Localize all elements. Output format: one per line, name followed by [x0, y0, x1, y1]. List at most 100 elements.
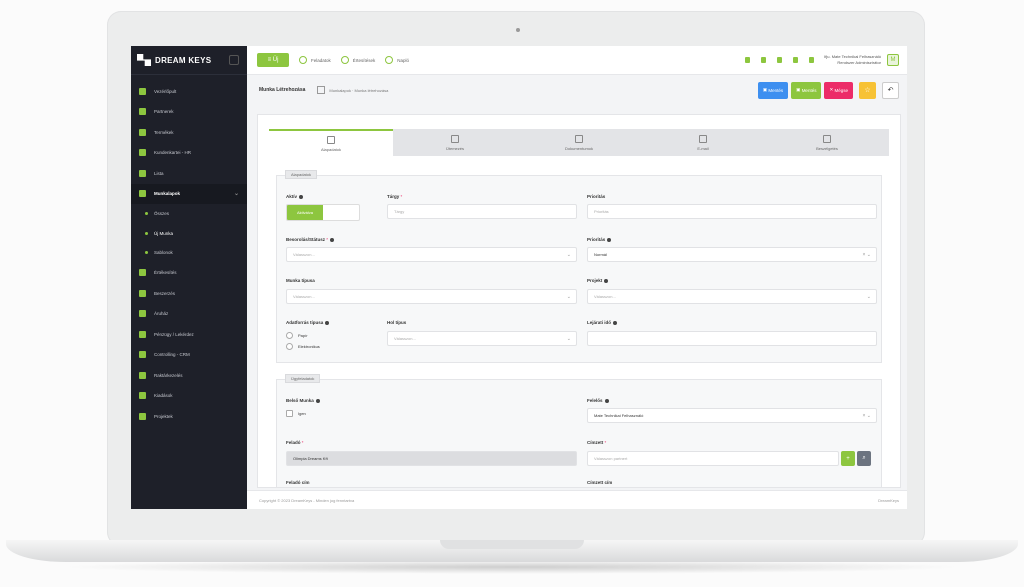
sidebar-item[interactable]: Áruház [131, 304, 247, 325]
sender-address-label-text: Feladó cím [286, 480, 310, 485]
radio-paper[interactable]: Papír [286, 332, 308, 339]
save-close-label: Mentés [801, 87, 817, 93]
recipient-label-text: Címzett [587, 440, 604, 445]
form-card: Alapadatok Ütemezés Dokumentumok E-mail … [257, 114, 901, 488]
mail-icon[interactable] [793, 57, 799, 63]
tab-documents[interactable]: Dokumentumok [517, 129, 641, 156]
quick-link-notifications[interactable]: Értesítések [340, 56, 376, 64]
partners-icon [139, 108, 146, 116]
avatar[interactable]: M [887, 54, 899, 66]
home-icon[interactable] [317, 86, 326, 94]
breadcrumb: Munkalapok · Munka létrehozása [317, 86, 388, 94]
radio-electronic[interactable]: Elektronikus [286, 343, 320, 350]
search-recipient-button[interactable]: ⌕ [857, 451, 871, 466]
finance-icon [139, 330, 146, 338]
sidebar-item[interactable]: Partnerek [131, 102, 247, 123]
star-icon[interactable]: ☆ [859, 81, 876, 99]
sidebar-item-label: Lista [154, 170, 164, 176]
sidebar-item[interactable]: Beszerzés [131, 283, 247, 304]
priority-select[interactable]: Normál × ⌄ [587, 247, 877, 262]
tab-email[interactable]: E-mail [641, 129, 765, 156]
quick-link-tasks[interactable]: Feladatok [299, 56, 331, 64]
chevron-down-icon: ⌄ [566, 293, 571, 300]
info-icon [607, 237, 612, 242]
chevron-down-icon: ⌄ [566, 251, 571, 258]
checkbox-box[interactable] [286, 410, 293, 417]
bell-icon[interactable] [745, 57, 751, 63]
chevron-down-icon: ⌄ [566, 335, 571, 342]
radio-circle[interactable] [286, 343, 293, 350]
priority2-label-text: Prioritás [587, 237, 606, 242]
location-type-select[interactable]: Válasszon... ⌄ [387, 331, 577, 346]
sidebar-item[interactable]: Munkalapok ⌄ [131, 183, 247, 204]
camera [516, 28, 520, 32]
sidebar-item[interactable]: Termékek [131, 122, 247, 143]
cancel-button[interactable]: ✕ Mégse [824, 81, 853, 99]
active-toggle-off[interactable] [323, 205, 359, 220]
source-type-label: Adatforrás típusa [286, 320, 330, 325]
active-toggle-on[interactable]: Aktiválva [287, 205, 323, 220]
sidebar-item-label: Munkalapok [154, 191, 181, 197]
sender-label-text: Feladó [286, 440, 301, 445]
work-type-select[interactable]: Válasszon... ⌄ [286, 289, 577, 304]
tab-schedule[interactable]: Ütemezés [393, 129, 517, 156]
back-arrow-icon[interactable]: ↶ [882, 81, 899, 99]
deadline-label: Lejárati idő [587, 320, 618, 325]
footer-brand[interactable]: DreamKeys [878, 498, 899, 503]
priority-label: Prioritás [587, 194, 605, 199]
breadcrumb-text[interactable]: Munkalapok · Munka létrehozása [329, 88, 388, 93]
sidebar-item[interactable]: Új Munka [131, 224, 247, 244]
sidebar-item[interactable]: Értékesítés [131, 263, 247, 284]
subject-label-text: Tárgy [387, 194, 400, 199]
radio-paper-label: Papír [298, 333, 308, 338]
chat-icon [823, 134, 831, 143]
settings-icon[interactable] [777, 57, 783, 63]
subject-input[interactable]: Tárgy [387, 204, 577, 219]
sidebar-item[interactable]: Kiadások [131, 386, 247, 407]
brand-logo[interactable]: DREAM KEYS [131, 46, 247, 75]
sender-input[interactable]: Olimpia Dreams Kft [286, 451, 577, 466]
quick-link-label: Értesítések [352, 57, 376, 63]
sidebar-item[interactable]: Controlling - CRM [131, 345, 247, 366]
quick-link-log[interactable]: Napló [385, 56, 409, 64]
expenses-icon [139, 392, 146, 400]
deadline-input[interactable] [587, 331, 877, 346]
sidebar-item[interactable]: Lista [131, 163, 247, 184]
sidebar-item[interactable]: Összes [131, 204, 247, 224]
tab-conversation[interactable]: Beszélgetés [765, 129, 889, 156]
responsible-select[interactable]: Mate Technikai Felhasználó × ⌄ [587, 408, 877, 423]
new-menu-button[interactable]: ≡ Új [257, 53, 289, 67]
lock-icon[interactable] [809, 57, 815, 63]
sidebar-item[interactable]: Projektek [131, 406, 247, 427]
priority2-label: Prioritás [587, 237, 612, 242]
save-close-button[interactable]: ▣ Mentés [791, 81, 822, 99]
panel-title: Ügyfeladatok [285, 374, 321, 383]
project-select[interactable]: Válasszon... ⌄ [587, 289, 877, 304]
quick-link-label: Napló [397, 57, 410, 63]
recipient-input[interactable]: Válasszon partnert [587, 451, 839, 466]
sidebar-item[interactable]: Pénzügy / Lekérdez [131, 324, 247, 345]
sidebar-item[interactable]: Vezérlőpult [131, 81, 247, 102]
chevron-down-icon: ⌄ [866, 293, 871, 300]
internal-work-checkbox[interactable]: Igen [286, 410, 306, 417]
tab-basic-data[interactable]: Alapadatok [269, 129, 393, 156]
sidebar-item[interactable]: Kundenkartei - HR [131, 143, 247, 164]
people-icon[interactable] [761, 57, 767, 63]
sidebar-item[interactable]: Sablonok [131, 243, 247, 263]
sidebar: DREAM KEYS Vezérlőpult Partnerek Termékek K… [131, 46, 247, 509]
project-label-text: Projekt [587, 278, 603, 283]
store-icon [139, 310, 146, 318]
add-recipient-button[interactable]: + [841, 451, 855, 466]
user-info[interactable]: Ifju. Mate Technikai Felhasználó Rendsze… [824, 54, 881, 66]
priority-input[interactable]: Prioritás [587, 204, 877, 219]
location-type-label: Hol típus [387, 320, 406, 325]
sales-icon [139, 269, 146, 277]
radio-circle[interactable] [286, 332, 293, 339]
sidebar-item[interactable]: Raktárkezelés [131, 365, 247, 386]
list-icon [139, 169, 146, 177]
active-toggle[interactable]: Aktiválva [286, 204, 360, 221]
cancel-label: Mégse [834, 87, 848, 93]
status-select[interactable]: Válasszon... ⌄ [286, 247, 577, 262]
save-button[interactable]: ▣ Mentés [757, 81, 789, 99]
sidebar-toggle-icon[interactable] [229, 55, 239, 65]
